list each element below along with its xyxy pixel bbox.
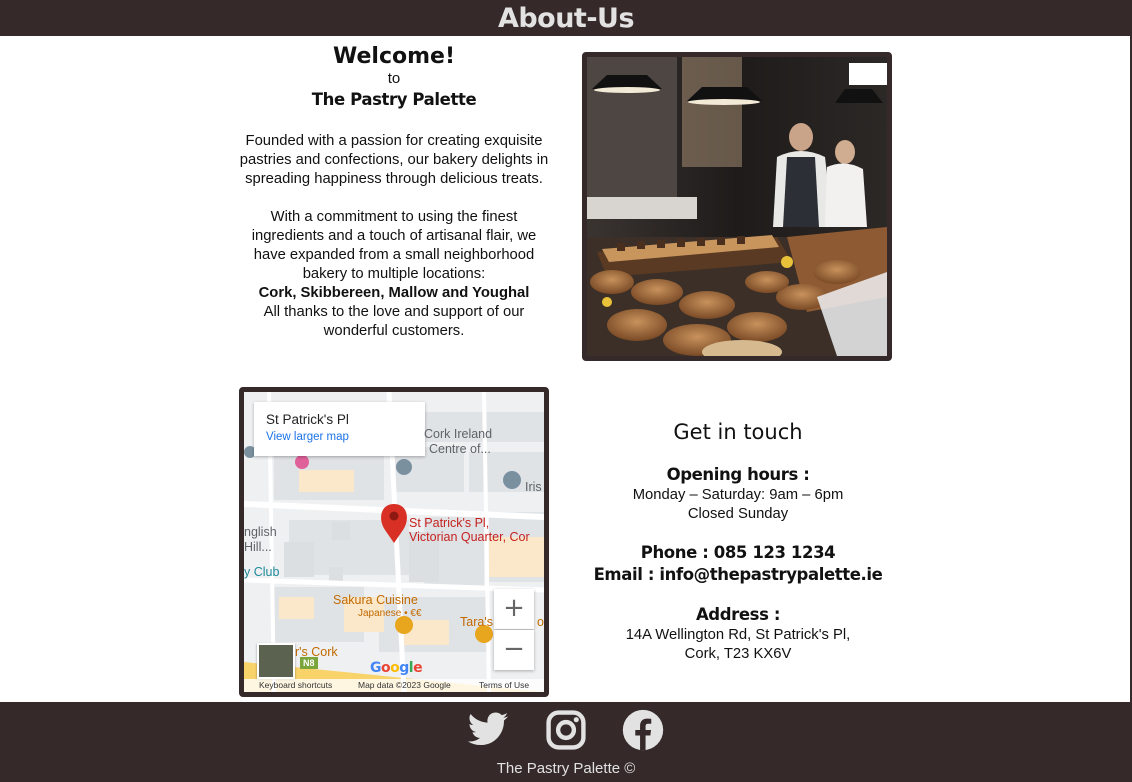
opening-hours-heading: Opening hours : (666, 465, 810, 484)
twitter-link[interactable] (466, 708, 510, 752)
welcome-title: Welcome! (333, 44, 455, 69)
map-place-name: St Patrick's Pl (266, 412, 349, 427)
opening-hours-sunday: Closed Sunday (687, 506, 789, 522)
map-label-pin-line2: Victorian Quarter, Cor (409, 530, 530, 544)
copyright-text: The Pastry Palette © (496, 760, 636, 777)
email-address[interactable]: Email : info@thepastrypalette.ie (592, 564, 884, 586)
locations-list: Cork, Skibbereen, Mallow and Youghal (258, 285, 530, 301)
map-label-taras: Tara's (460, 615, 493, 629)
map-footer: Keyboard shortcuts Map data ©2023 Google… (244, 679, 544, 692)
bakery-name: The Pastry Palette (311, 90, 477, 109)
map-label-sakura-sub: Japanese • €€ (358, 608, 422, 619)
instagram-link[interactable] (544, 708, 588, 752)
keyboard-shortcuts-link[interactable]: Keyboard shortcuts (259, 679, 332, 692)
map-data-text: Map data ©2023 Google (358, 680, 451, 690)
address-line-1: 14A Wellington Rd, St Patrick's Pl, (625, 627, 851, 643)
welcome-paragraph-2-text: With a commitment to using the finest in… (251, 209, 537, 282)
map-label-sakura: Sakura Cuisine (333, 593, 418, 607)
welcome-paragraph-2: With a commitment to using the finest in… (236, 208, 552, 341)
map-label-cork-ireland: Cork Ireland (424, 427, 493, 441)
map-place-card: St Patrick's Pl View larger map (254, 402, 425, 456)
page-footer: The Pastry Palette © (0, 702, 1132, 782)
opening-hours-week: Monday – Saturday: 9am – 6pm (632, 487, 844, 503)
view-larger-map-link[interactable]: View larger map (266, 428, 413, 446)
map-label-pin-line1: St Patrick's Pl, (409, 516, 490, 530)
welcome-paragraph-1: Founded with a passion for creating exqu… (239, 133, 549, 187)
page-header: About-Us (0, 0, 1132, 36)
facebook-link[interactable] (621, 708, 665, 752)
map-label-club: y Club (244, 565, 280, 579)
bakery-image (587, 57, 887, 356)
map-label-taras-suffix: o (537, 615, 544, 629)
map-label-english: nglish (244, 525, 277, 539)
welcome-paragraph-3: All thanks to the love and support of ou… (263, 304, 525, 339)
welcome-to: to (387, 70, 401, 87)
facebook-icon (622, 709, 664, 751)
zoom-out-button[interactable]: − (494, 630, 534, 670)
map-label-hill: Hill... (244, 540, 272, 554)
phone-number: Phone : 085 123 1234 (640, 543, 836, 562)
address-heading: Address : (695, 605, 781, 624)
google-logo: Google (370, 660, 423, 676)
satellite-toggle[interactable] (257, 643, 295, 679)
map-label-iris: Iris (525, 480, 542, 494)
instagram-icon (546, 710, 586, 750)
address-line-2: Cork, T23 KX6V (684, 646, 792, 662)
road-badge: N8 (300, 657, 318, 669)
twitter-icon (467, 712, 509, 746)
map-label-centre: Centre of... (429, 442, 491, 456)
terms-of-use-link[interactable]: Terms of Use (479, 679, 529, 692)
zoom-in-button[interactable]: + (494, 589, 534, 629)
google-map[interactable]: St Patrick's Pl View larger map Cork Ire… (239, 387, 549, 697)
contact-title: Get in touch (673, 420, 803, 444)
bakery-photo (582, 52, 892, 361)
page-title: About-Us (497, 3, 635, 34)
contact-section: Get in touch Opening hours : Monday – Sa… (592, 418, 884, 664)
welcome-section: Welcome! to The Pastry Palette Founded w… (236, 43, 552, 341)
